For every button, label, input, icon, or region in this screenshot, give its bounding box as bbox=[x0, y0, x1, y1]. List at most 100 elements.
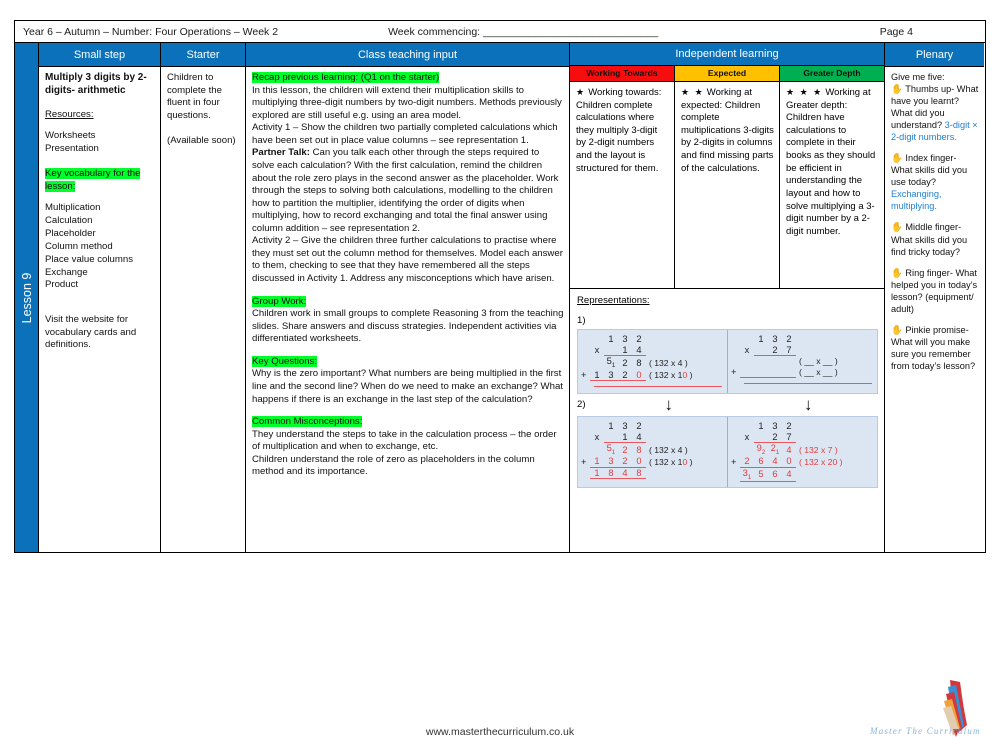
star-rating: ★ ★ bbox=[681, 86, 705, 97]
page-meta-row: Year 6 – Autumn – Number: Four Operation… bbox=[14, 20, 986, 42]
calc-rep1-left: 132 x14 51 2 8( 132 x 4 ) +1 3 2 0( 132 x 10 … bbox=[578, 330, 727, 393]
column-header-starter: Starter bbox=[161, 43, 245, 67]
tier-header-working-towards: Working Towards bbox=[570, 65, 674, 82]
activity-1: Activity 1 – Show the children two parti… bbox=[252, 122, 559, 234]
answer-rule bbox=[744, 383, 872, 385]
unit-title: Year 6 – Autumn – Number: Four Operation… bbox=[23, 25, 279, 38]
plenary-body: Give me five: ✋ Thumbs up- What have you… bbox=[885, 67, 984, 552]
starter-text: Children to complete the fluent in four … bbox=[167, 72, 222, 121]
tier-body-expected: ★ ★ Working at expected: Children comple… bbox=[675, 82, 779, 288]
hand-icon: ✋ bbox=[891, 267, 903, 279]
plenary-item: ✋ Thumbs up- What have you learnt? What … bbox=[891, 84, 979, 144]
column-independent-learning: Independent learning Working Towards ★ W… bbox=[570, 43, 885, 552]
tier-lead: Working towards: bbox=[588, 86, 662, 98]
tier-expected: Expected ★ ★ Working at expected: Childr… bbox=[675, 65, 780, 288]
vocab-item: Calculation bbox=[45, 215, 93, 227]
representation-step-2-label: 2) bbox=[577, 398, 586, 410]
column-multiplication: 132 x27 ( __ x __ ) +( __ x __ ) bbox=[731, 334, 838, 379]
representations-label: Representations: bbox=[577, 294, 650, 306]
tier-body-working-towards: ★ Working towards: Children complete cal… bbox=[570, 82, 674, 288]
plenary-item: ✋ Index finger- What skills did you use … bbox=[891, 153, 979, 213]
vocab-item: Product bbox=[45, 279, 79, 291]
representation-2: 132 x14 51 2 8( 132 x 4 ) +1 3 2 0( 132 x 10 … bbox=[577, 415, 878, 488]
group-work-label: Group Work: bbox=[252, 295, 307, 307]
column-multiplication: 132 x14 51 2 8( 132 x 4 ) +1 3 2 0( 132 x 10 … bbox=[581, 334, 693, 381]
resource-item: Presentation bbox=[45, 142, 99, 154]
plenary-item: ✋ Middle finger- What skills did you fin… bbox=[891, 222, 979, 258]
vocab-item: Exchange bbox=[45, 266, 88, 278]
tier-text: Children complete calculations where the… bbox=[576, 99, 659, 174]
hand-icon: ✋ bbox=[891, 222, 903, 234]
lesson-number-label: Lesson 9 bbox=[19, 272, 34, 323]
vocab-item: Placeholder bbox=[45, 228, 96, 240]
plenary-answer: Exchanging, multiplying. bbox=[891, 189, 942, 212]
column-header-plenary: Plenary bbox=[885, 43, 984, 67]
pencil-logo-icon: Master The Curriculum bbox=[869, 680, 980, 737]
calc-rep1-right: 132 x27 ( __ x __ ) +( __ x __ ) bbox=[727, 329, 877, 393]
tier-text: Children have calculations to complete i… bbox=[786, 112, 876, 237]
tier-greater-depth: Greater Depth ★ ★ ★ Working at Greater d… bbox=[780, 65, 884, 288]
footer-website-url: www.masterthecurriculum.co.uk bbox=[425, 726, 575, 738]
misconceptions-label: Common Misconceptions: bbox=[252, 416, 363, 428]
column-plenary: Plenary Give me five: ✋ Thumbs up- What … bbox=[885, 43, 984, 552]
representation-step-1-label: 1) bbox=[577, 314, 586, 326]
column-multiplication: 132 x27 92 21 4( 132 x 7 ) +2 6 4 0( 132 x 20… bbox=[731, 421, 843, 482]
vocab-item: Column method bbox=[45, 240, 113, 252]
vocab-label: Key vocabulary for the lesson: bbox=[45, 168, 141, 192]
resource-item: Worksheets bbox=[45, 130, 96, 142]
activity-2: Activity 2 – Give the children three fur… bbox=[252, 235, 563, 284]
column-header-teaching: Class teaching input bbox=[246, 43, 569, 67]
brand-logo: Master The Curriculum bbox=[869, 678, 988, 740]
starter-note: (Available soon) bbox=[167, 135, 236, 147]
representations-area: Representations: 1) 132 x14 51 2 8( 132 x … bbox=[570, 289, 884, 552]
column-starter: Starter Children to complete the fluent … bbox=[161, 43, 246, 552]
star-rating: ★ bbox=[576, 86, 586, 97]
group-work-body: Children work in small groups to complet… bbox=[252, 308, 564, 345]
plenary-prompt: Middle finger- What skills did you find … bbox=[891, 222, 968, 257]
column-header-independent: Independent learning bbox=[570, 43, 884, 66]
plenary-prompt: Ring finger- What helped you in today’s … bbox=[891, 267, 978, 314]
tier-header-greater-depth: Greater Depth bbox=[780, 65, 884, 82]
teaching-body: Recap previous learning: (Q1 on the star… bbox=[246, 67, 569, 552]
vocab-list: Multiplication Calculation Placeholder C… bbox=[45, 202, 155, 292]
key-questions-label: Key Questions: bbox=[252, 355, 318, 367]
vocab-item: Place value columns bbox=[45, 253, 133, 265]
plenary-prompt: Pinkie promise- What will you make sure … bbox=[891, 324, 976, 371]
misconceptions-body-2: Children understand the role of zero as … bbox=[252, 453, 535, 478]
tier-body-greater-depth: ★ ★ ★ Working at Greater depth: Children… bbox=[780, 82, 884, 288]
week-commencing-label: Week commencing: _______________________… bbox=[388, 25, 659, 38]
small-step-title: Multiply 3 digits by 2-digits- arithmeti… bbox=[45, 72, 147, 96]
down-arrow-icon: ↓ bbox=[804, 394, 813, 414]
lesson-spine: Lesson 9 bbox=[15, 43, 39, 552]
plenary-prompt: Index finger- What skills did you use to… bbox=[891, 153, 968, 188]
small-step-body: Multiply 3 digits by 2-digits- arithmeti… bbox=[39, 67, 160, 552]
tier-header-expected: Expected bbox=[675, 65, 779, 82]
resources-label: Resources: bbox=[45, 108, 94, 120]
misconceptions-body-1: They understand the steps to take in the… bbox=[252, 428, 557, 453]
plenary-title: Give me five: bbox=[891, 72, 945, 82]
plenary-item: ✋ Ring finger- What helped you in today’… bbox=[891, 268, 979, 316]
calc-rep2-left: 132 x14 51 2 8( 132 x 4 ) +1 3 2 0( 132 x 10 … bbox=[578, 417, 727, 487]
column-header-small-step: Small step bbox=[39, 43, 160, 67]
hand-icon: ✋ bbox=[891, 324, 903, 336]
representation-1: 132 x14 51 2 8( 132 x 4 ) +1 3 2 0( 132 x 10 … bbox=[577, 328, 878, 394]
hand-icon: ✋ bbox=[891, 83, 903, 95]
recap-body: In this lesson, the children will extend… bbox=[252, 84, 562, 121]
starter-body: Children to complete the fluent in four … bbox=[161, 67, 245, 552]
column-class-teaching-input: Class teaching input Recap previous lear… bbox=[246, 43, 570, 552]
lesson-plan-page: Year 6 – Autumn – Number: Four Operation… bbox=[0, 0, 1000, 750]
column-small-step: Small step Multiply 3 digits by 2-digits… bbox=[39, 43, 161, 552]
down-arrow-icon: ↓ bbox=[664, 394, 674, 414]
plenary-item: ✋ Pinkie promise- What will you make sur… bbox=[891, 325, 979, 373]
hand-icon: ✋ bbox=[891, 153, 903, 165]
answer-rule bbox=[594, 385, 722, 387]
lesson-plan-table: Lesson 9 Small step Multiply 3 digits by… bbox=[14, 42, 986, 553]
tier-working-towards: Working Towards ★ Working towards: Child… bbox=[570, 65, 675, 288]
calc-rep2-right: 132 x27 92 21 4( 132 x 7 ) +2 6 4 0( 132 x 20… bbox=[727, 416, 877, 487]
column-multiplication: 132 x14 51 2 8( 132 x 4 ) +1 3 2 0( 132 x 10 … bbox=[581, 421, 693, 479]
star-rating: ★ ★ ★ bbox=[786, 86, 823, 97]
recap-label: Recap previous learning: (Q1 on the star… bbox=[252, 72, 440, 83]
page-number: Page 4 bbox=[879, 25, 913, 38]
website-footnote: Visit the website for vocabulary cards a… bbox=[45, 314, 137, 351]
vocab-item: Multiplication bbox=[45, 202, 101, 214]
